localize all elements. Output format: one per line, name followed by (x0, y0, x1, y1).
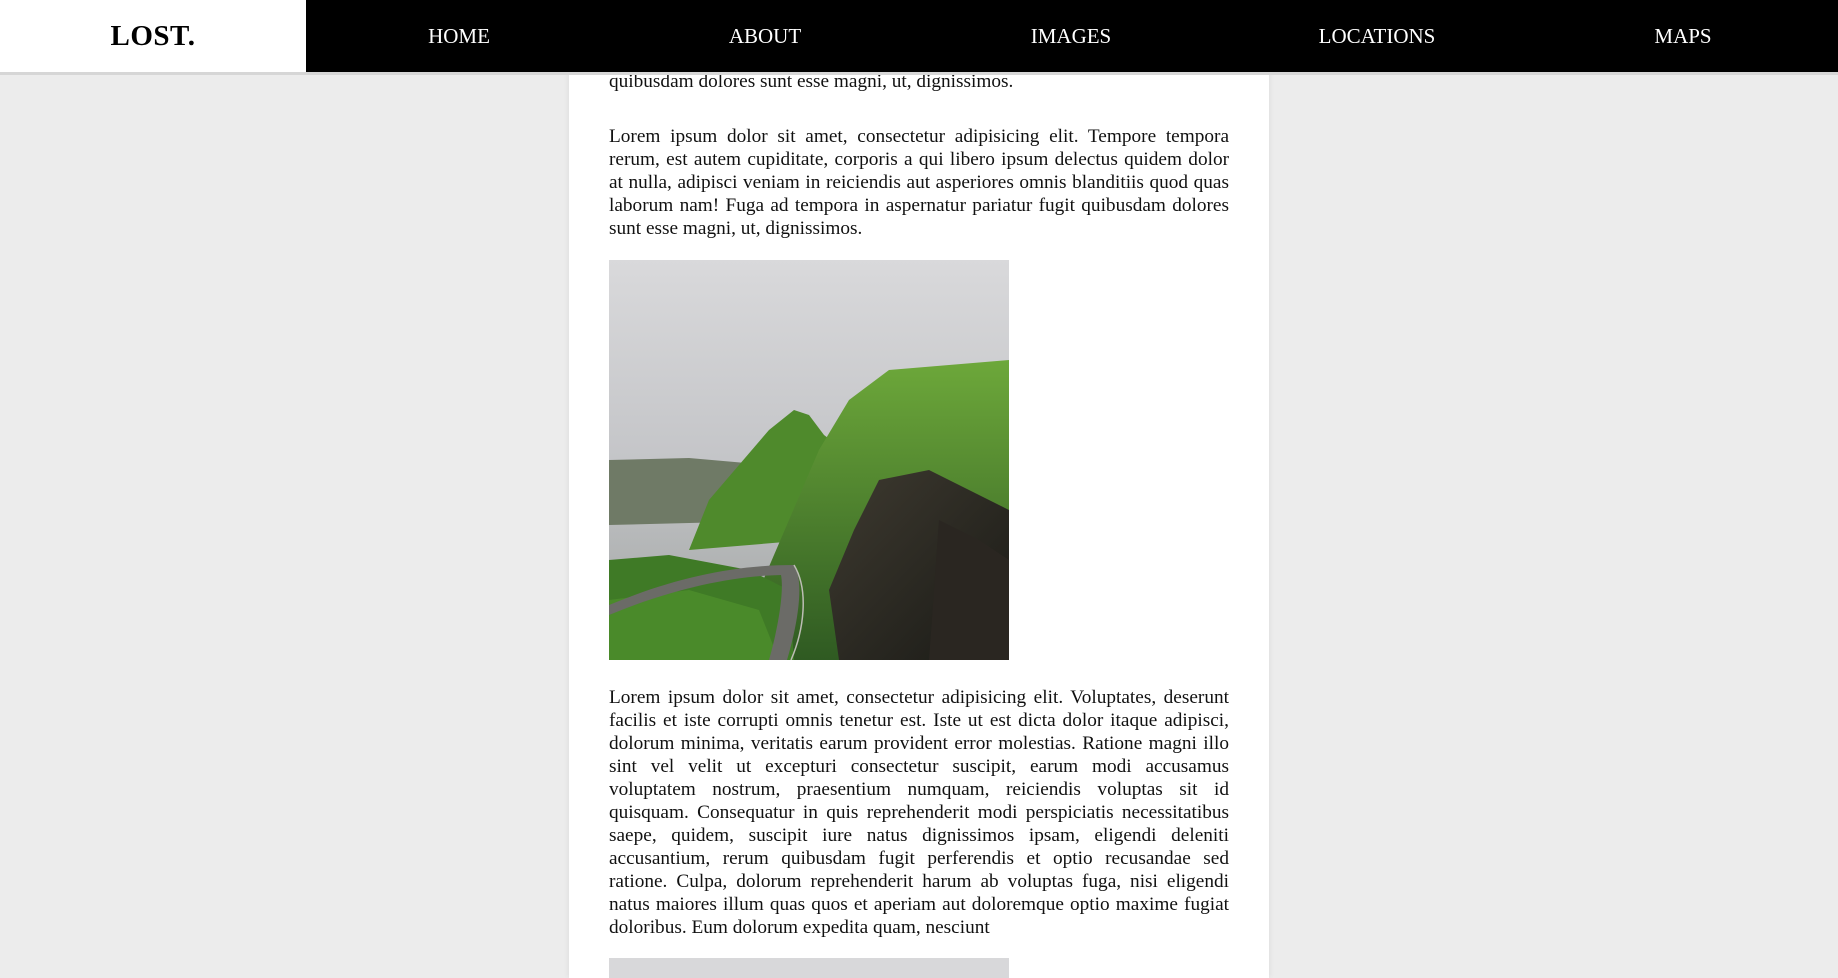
top-navigation: LOST. HOME ABOUT IMAGES LOCATIONS MAPS (0, 0, 1838, 75)
site-logo[interactable]: LOST. (0, 0, 306, 72)
nav-item-locations[interactable]: LOCATIONS (1224, 0, 1530, 72)
nav-item-home[interactable]: HOME (306, 0, 612, 72)
main-content: quod quas laborum nam! Fuga ad tempora i… (569, 0, 1269, 978)
paragraph-1: Lorem ipsum dolor sit amet, consectetur … (609, 126, 1229, 239)
nav-item-maps[interactable]: MAPS (1530, 0, 1836, 72)
nav-item-about[interactable]: ABOUT (612, 0, 918, 72)
paragraph-2: Lorem ipsum dolor sit amet, consectetur … (609, 687, 1229, 938)
landscape-photo (609, 260, 1009, 660)
landscape-photo-2-partial (609, 958, 1009, 978)
nav-item-images[interactable]: IMAGES (918, 0, 1224, 72)
